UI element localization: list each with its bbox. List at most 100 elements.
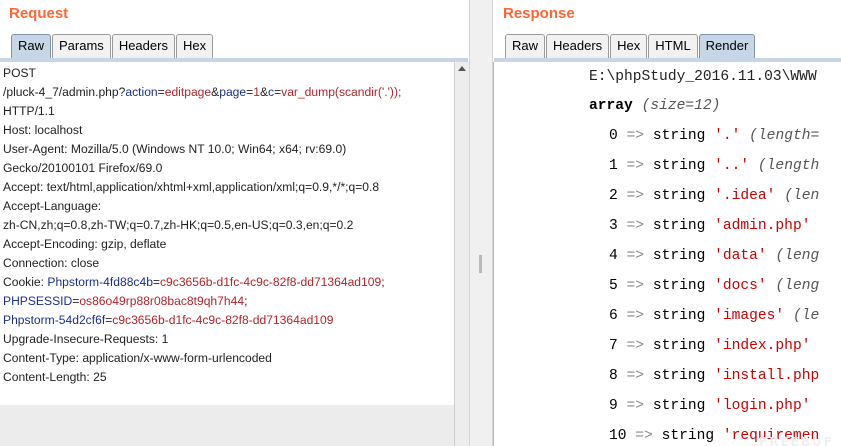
entry-type: string xyxy=(661,428,715,444)
entry-type: string xyxy=(652,218,706,234)
entry-arrow: => xyxy=(626,398,645,414)
request-line: Accept: text/html,application/xhtml+xml,… xyxy=(3,178,453,197)
request-line: Phpstorm-54d2cf6f=c9c3656b-d1fc-4c9c-82f… xyxy=(3,311,453,330)
array-size: (size=12) xyxy=(641,98,721,114)
request-text: POST xyxy=(3,66,36,80)
entry-length: (len xyxy=(784,188,820,204)
array-entry: 9 => string 'login.php' xyxy=(609,398,810,414)
array-entry: 5 => string 'docs' (leng xyxy=(609,278,819,294)
entry-arrow: => xyxy=(626,308,645,324)
request-line: Cookie: Phpstorm-4fd88c4b=c9c3656b-d1fc-… xyxy=(3,273,453,292)
param-name: page xyxy=(219,85,247,99)
entry-type: string xyxy=(652,278,706,294)
entry-length: (length= xyxy=(749,128,820,144)
entry-value: '.idea' xyxy=(714,188,776,204)
param-value: 1 xyxy=(253,85,260,99)
param-value: c9c3656b-d1fc-4c9c-82f8-dd71364ad109 xyxy=(112,313,334,327)
request-tab-headers[interactable]: Headers xyxy=(111,34,175,58)
response-tab-hex[interactable]: Hex xyxy=(610,34,648,58)
entry-type: string xyxy=(652,338,706,354)
request-editor-footer xyxy=(0,405,454,446)
param-value: os86o49rp88r08bac8t9qh7h44 xyxy=(79,294,245,308)
entry-value: 'login.php' xyxy=(714,398,811,414)
entry-value: 'images' xyxy=(714,308,785,324)
entry-type: string xyxy=(652,188,706,204)
request-tab-params[interactable]: Params xyxy=(52,34,111,58)
request-line: zh-CN,zh;q=0.8,zh-TW;q=0.7,zh-HK;q=0.5,e… xyxy=(3,216,453,235)
request-editor[interactable]: POST/pluck-4_7/admin.php?action=editpage… xyxy=(0,62,454,446)
request-line: Accept-Language: xyxy=(3,197,453,216)
entry-value: 'index.php' xyxy=(714,338,811,354)
param-name: Phpstorm-54d2cf6f xyxy=(3,313,106,327)
request-text: Accept: text/html,application/xhtml+xml,… xyxy=(3,180,380,194)
splitter-grip-icon[interactable] xyxy=(479,255,482,273)
request-raw-text[interactable]: POST/pluck-4_7/admin.php?action=editpage… xyxy=(3,64,453,387)
response-tab-render[interactable]: Render xyxy=(698,34,756,58)
request-text: = xyxy=(152,275,160,289)
scroll-up-arrow-icon[interactable] xyxy=(458,66,466,71)
pane-splitter[interactable] xyxy=(469,0,493,446)
entry-index: 1 xyxy=(609,158,618,174)
array-entry: 4 => string 'data' (leng xyxy=(609,248,819,264)
entry-index: 9 xyxy=(609,398,618,414)
entry-index: 10 xyxy=(609,428,627,444)
request-text: Content-Type: application/x-www-form-url… xyxy=(3,351,272,365)
request-title: Request xyxy=(9,5,69,22)
entry-arrow: => xyxy=(626,218,645,234)
request-text: Accept-Encoding: gzip, deflate xyxy=(3,237,167,251)
entry-value: '.' xyxy=(714,128,741,144)
request-text: & xyxy=(211,85,220,99)
entry-index: 2 xyxy=(609,188,618,204)
entry-value: 'docs' xyxy=(714,278,767,294)
request-tabs: Raw Params Headers Hex xyxy=(11,34,214,58)
entry-length: (leng xyxy=(775,248,820,264)
request-line: Content-Length: 25 xyxy=(3,368,453,387)
entry-arrow: => xyxy=(626,368,645,384)
response-array-header: array (size=12) xyxy=(589,98,720,114)
request-text: HTTP/1.1 xyxy=(3,104,55,118)
request-tab-raw[interactable]: Raw xyxy=(11,34,52,58)
request-line: HTTP/1.1 xyxy=(3,102,453,121)
request-text: ; xyxy=(244,294,248,308)
entry-arrow: => xyxy=(635,428,653,444)
request-scrollbar[interactable] xyxy=(454,62,469,446)
array-entry: 8 => string 'install.php xyxy=(609,368,819,384)
entry-arrow: => xyxy=(626,338,645,354)
entry-arrow: => xyxy=(626,248,645,264)
response-tab-headers[interactable]: Headers xyxy=(546,34,610,58)
response-render-view[interactable]: E:\phpStudy_2016.11.03\WWW array (size=1… xyxy=(493,62,841,446)
param-value: c9c3656b-d1fc-4c9c-82f8-dd71364ad109 xyxy=(160,275,382,289)
request-text: Cookie: xyxy=(3,275,48,289)
request-line: Gecko/20100101 Firefox/69.0 xyxy=(3,159,453,178)
entry-index: 3 xyxy=(609,218,618,234)
entry-arrow: => xyxy=(626,278,645,294)
entry-index: 4 xyxy=(609,248,618,264)
entry-length: (le xyxy=(792,308,820,324)
request-tab-hex[interactable]: Hex xyxy=(175,34,214,58)
request-text: & xyxy=(259,85,269,99)
entry-type: string xyxy=(652,128,706,144)
param-name: action xyxy=(125,85,158,99)
entry-type: string xyxy=(652,398,706,414)
array-entry: 7 => string 'index.php' xyxy=(609,338,810,354)
request-line: /pluck-4_7/admin.php?action=editpage&pag… xyxy=(3,83,453,102)
entry-value: 'install.php xyxy=(714,368,820,384)
array-entry: 6 => string 'images' (le xyxy=(609,308,819,324)
request-line: User-Agent: Mozilla/5.0 (Windows NT 10.0… xyxy=(3,140,453,159)
entry-arrow: => xyxy=(626,128,645,144)
response-tab-html[interactable]: HTML xyxy=(648,34,698,58)
request-text: User-Agent: Mozilla/5.0 (Windows NT 10.0… xyxy=(3,142,347,156)
param-name: PHPSESSID xyxy=(3,294,73,308)
entry-index: 8 xyxy=(609,368,618,384)
request-text: Upgrade-Insecure-Requests: 1 xyxy=(3,332,169,346)
response-tab-raw[interactable]: Raw xyxy=(505,34,546,58)
request-text: = xyxy=(157,85,165,99)
param-value: editpage xyxy=(164,85,212,99)
entry-type: string xyxy=(652,248,706,264)
array-entry: 2 => string '.idea' (len xyxy=(609,188,819,204)
request-line: Content-Type: application/x-www-form-url… xyxy=(3,349,453,368)
response-tabs: Raw Headers Hex HTML Render xyxy=(505,34,756,58)
entry-index: 0 xyxy=(609,128,618,144)
request-line: Accept-Encoding: gzip, deflate xyxy=(3,235,453,254)
request-text: Accept-Language: xyxy=(3,199,102,213)
